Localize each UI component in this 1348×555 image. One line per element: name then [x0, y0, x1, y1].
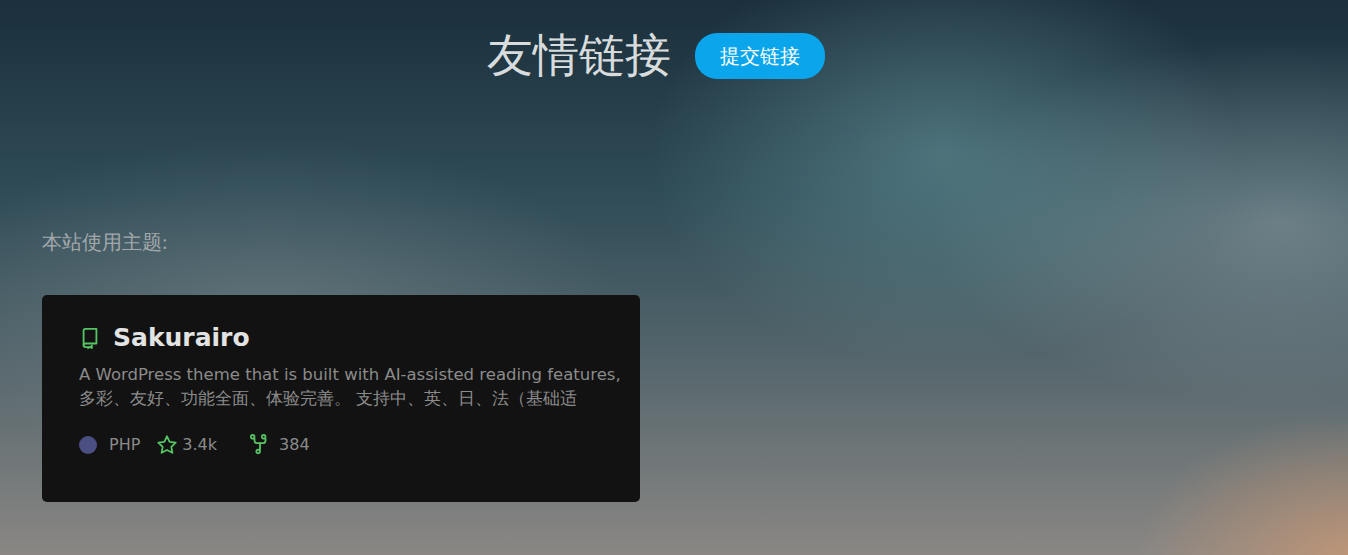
fork-icon — [249, 434, 271, 456]
theme-label: 本站使用主题: — [42, 229, 1348, 255]
repo-forks[interactable]: 384 — [249, 433, 310, 457]
page: 友情链接提交链接本站使用主题: Sakurairo A WordPress them… — [0, 0, 1348, 502]
description-line: A WordPress theme that is built with AI-… — [79, 363, 640, 387]
page-title: 友情链接 — [487, 28, 671, 83]
repo-description: A WordPress theme that is built with AI-… — [79, 363, 640, 411]
repo-card[interactable]: Sakurairo A WordPress theme that is built… — [42, 295, 640, 502]
fork-count: 384 — [279, 433, 310, 457]
language-dot — [79, 436, 97, 454]
language-name: PHP — [109, 433, 140, 457]
submit-link-button[interactable]: 提交链接 — [695, 33, 825, 79]
repo-stars[interactable]: 3.4k — [156, 433, 217, 457]
repo-icon — [79, 327, 101, 349]
star-count: 3.4k — [182, 433, 217, 457]
repo-title-row: Sakurairo — [79, 323, 640, 353]
repo-name[interactable]: Sakurairo — [113, 323, 250, 353]
repo-meta: PHP 3.4k 384 — [79, 433, 640, 457]
repo-language: PHP — [79, 433, 140, 457]
star-icon — [156, 434, 178, 456]
description-line: 多彩、友好、功能全面、体验完善。 支持中、英、日、法（基础适 — [79, 387, 640, 411]
page-header: 友情链接提交链接 — [42, 28, 1312, 83]
